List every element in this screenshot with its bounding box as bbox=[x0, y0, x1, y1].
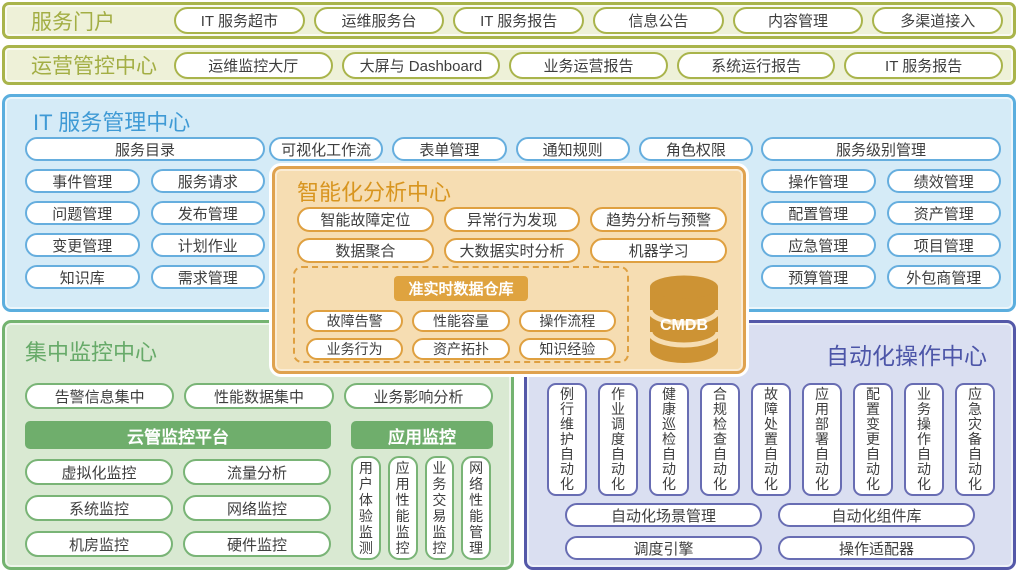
monitor-pill: 系统监控 bbox=[25, 495, 173, 521]
data-warehouse-box: 准实时数据仓库 故障告警 性能容量 操作流程 业务行为 资产拓扑 知识经验 bbox=[293, 266, 629, 363]
monitor-vertical-pill: 业务交易监控 bbox=[425, 456, 455, 560]
itsm-pill: 问题管理 bbox=[25, 201, 140, 225]
automation-items: 例行维护自动化 作业调度自动化 健康巡检自动化 合规检查自动化 故障处置自动化 … bbox=[547, 383, 995, 496]
itsm-pill: 项目管理 bbox=[887, 233, 1002, 257]
monitor-pill: 虚拟化监控 bbox=[25, 459, 173, 485]
itsm-pill: 知识库 bbox=[25, 265, 140, 289]
itsm-pill: 通知规则 bbox=[516, 137, 630, 161]
automation-vertical-pill: 故障处置自动化 bbox=[751, 383, 791, 496]
automation-vertical-pill: 业务操作自动化 bbox=[904, 383, 944, 496]
automation-title: 自动化操作中心 bbox=[826, 337, 987, 371]
itsm-pill: 事件管理 bbox=[25, 169, 140, 193]
data-warehouse-label: 准实时数据仓库 bbox=[394, 276, 527, 301]
automation-pill: 调度引擎 bbox=[565, 536, 762, 560]
itsm-top-row: 可视化工作流 表单管理 通知规则 角色权限 bbox=[269, 137, 753, 161]
portal-item: 多渠道接入 bbox=[872, 7, 1003, 34]
automation-vertical-pill: 应用部署自动化 bbox=[802, 383, 842, 496]
itsm-left-column: 服务目录 事件管理 服务请求 问题管理 发布管理 变更管理 计划作业 知识库 需… bbox=[25, 137, 265, 297]
warehouse-pill: 资产拓扑 bbox=[412, 338, 509, 360]
ops-item: 业务运营报告 bbox=[509, 52, 668, 79]
automation-pill: 自动化组件库 bbox=[778, 503, 975, 527]
analysis-rows: 智能故障定位 异常行为发现 趋势分析与预警 数据聚合 大数据实时分析 机器学习 bbox=[297, 207, 727, 269]
itsm-right-column: 服务级别管理 操作管理 绩效管理 配置管理 资产管理 应急管理 项目管理 预算管… bbox=[761, 137, 1001, 297]
automation-vertical-pill: 配置变更自动化 bbox=[853, 383, 893, 496]
analysis-pill: 数据聚合 bbox=[297, 238, 434, 263]
itsm-pill: 计划作业 bbox=[151, 233, 266, 257]
monitor-pill: 业务影响分析 bbox=[344, 383, 493, 409]
cloud-monitor-bar: 云管监控平台 bbox=[25, 421, 331, 449]
portal-item: 信息公告 bbox=[593, 7, 724, 34]
monitor-bars: 云管监控平台 应用监控 bbox=[25, 421, 493, 449]
itsm-pill: 配置管理 bbox=[761, 201, 876, 225]
automation-vertical-pill: 例行维护自动化 bbox=[547, 383, 587, 496]
service-portal-title: 服务门户 bbox=[15, 6, 165, 36]
itsm-pill: 服务请求 bbox=[151, 169, 266, 193]
service-level-pill: 服务级别管理 bbox=[761, 137, 1001, 161]
operations-control-bar: 运营管控中心 运维监控大厅 大屏与 Dashboard 业务运营报告 系统运行报… bbox=[2, 45, 1016, 85]
itsm-pill: 表单管理 bbox=[392, 137, 506, 161]
automation-pill: 操作适配器 bbox=[778, 536, 975, 560]
itsm-pill: 需求管理 bbox=[151, 265, 266, 289]
automation-vertical-pill: 合规检查自动化 bbox=[700, 383, 740, 496]
app-monitor-bar: 应用监控 bbox=[351, 421, 493, 449]
ops-item: IT 服务报告 bbox=[844, 52, 1003, 79]
analysis-pill: 趋势分析与预警 bbox=[590, 207, 727, 232]
data-warehouse-rows: 故障告警 性能容量 操作流程 业务行为 资产拓扑 知识经验 bbox=[295, 310, 627, 360]
monitor-vertical-pill: 应用性能监控 bbox=[388, 456, 418, 560]
analysis-pill: 异常行为发现 bbox=[444, 207, 581, 232]
warehouse-pill: 操作流程 bbox=[519, 310, 616, 332]
automation-vertical-pill: 应急灾备自动化 bbox=[955, 383, 995, 496]
ops-item: 系统运行报告 bbox=[677, 52, 836, 79]
itsm-pill: 资产管理 bbox=[887, 201, 1002, 225]
cmdb-label: CMDB bbox=[660, 317, 708, 334]
analysis-pill: 大数据实时分析 bbox=[444, 238, 581, 263]
monitor-pill: 流量分析 bbox=[183, 459, 331, 485]
central-monitoring-title: 集中监控中心 bbox=[25, 335, 157, 367]
itsm-pill: 发布管理 bbox=[151, 201, 266, 225]
service-catalog-pill: 服务目录 bbox=[25, 137, 265, 161]
app-monitor-items: 用户体验监测 应用性能监控 业务交易监控 网络性能管理 bbox=[351, 456, 491, 560]
monitor-top-row: 告警信息集中 性能数据集中 业务影响分析 bbox=[25, 383, 493, 409]
analysis-pill: 机器学习 bbox=[590, 238, 727, 263]
analysis-panel: 智能化分析中心 智能故障定位 异常行为发现 趋势分析与预警 数据聚合 大数据实时… bbox=[272, 166, 746, 374]
ops-item: 运维监控大厅 bbox=[174, 52, 333, 79]
cmdb-cylinder-icon: CMDB bbox=[645, 273, 723, 372]
warehouse-pill: 知识经验 bbox=[519, 338, 616, 360]
warehouse-pill: 业务行为 bbox=[306, 338, 403, 360]
automation-vertical-pill: 健康巡检自动化 bbox=[649, 383, 689, 496]
warehouse-pill: 性能容量 bbox=[412, 310, 509, 332]
monitor-pill: 硬件监控 bbox=[183, 531, 331, 557]
itsm-pill: 操作管理 bbox=[761, 169, 876, 193]
automation-pill: 自动化场景管理 bbox=[565, 503, 762, 527]
ops-item: 大屏与 Dashboard bbox=[342, 52, 501, 79]
itsm-pill: 可视化工作流 bbox=[269, 137, 383, 161]
itsm-pill: 绩效管理 bbox=[887, 169, 1002, 193]
warehouse-pill: 故障告警 bbox=[306, 310, 403, 332]
monitor-pill: 网络监控 bbox=[183, 495, 331, 521]
operations-control-title: 运营管控中心 bbox=[15, 50, 165, 80]
portal-item: 运维服务台 bbox=[314, 7, 445, 34]
monitor-pill: 告警信息集中 bbox=[25, 383, 174, 409]
monitor-vertical-pill: 网络性能管理 bbox=[461, 456, 491, 560]
analysis-pill: 智能故障定位 bbox=[297, 207, 434, 232]
cloud-monitor-grid: 虚拟化监控 流量分析 系统监控 网络监控 机房监控 硬件监控 bbox=[25, 459, 331, 567]
service-portal-bar: 服务门户 IT 服务超市 运维服务台 IT 服务报告 信息公告 内容管理 多渠道… bbox=[2, 2, 1016, 39]
automation-bottom-rows: 自动化场景管理 自动化组件库 调度引擎 操作适配器 bbox=[565, 503, 975, 569]
monitor-pill: 性能数据集中 bbox=[184, 383, 333, 409]
itsm-pill: 角色权限 bbox=[639, 137, 753, 161]
itsm-pill: 应急管理 bbox=[761, 233, 876, 257]
itsm-pill: 变更管理 bbox=[25, 233, 140, 257]
portal-item: IT 服务报告 bbox=[453, 7, 584, 34]
itsm-pill: 外包商管理 bbox=[887, 265, 1002, 289]
analysis-title: 智能化分析中心 bbox=[297, 175, 451, 207]
monitor-pill: 机房监控 bbox=[25, 531, 173, 557]
monitor-vertical-pill: 用户体验监测 bbox=[351, 456, 381, 560]
automation-vertical-pill: 作业调度自动化 bbox=[598, 383, 638, 496]
portal-item: IT 服务超市 bbox=[174, 7, 305, 34]
itsm-pill: 预算管理 bbox=[761, 265, 876, 289]
itsm-title: IT 服务管理中心 bbox=[33, 105, 190, 137]
portal-item: 内容管理 bbox=[733, 7, 864, 34]
